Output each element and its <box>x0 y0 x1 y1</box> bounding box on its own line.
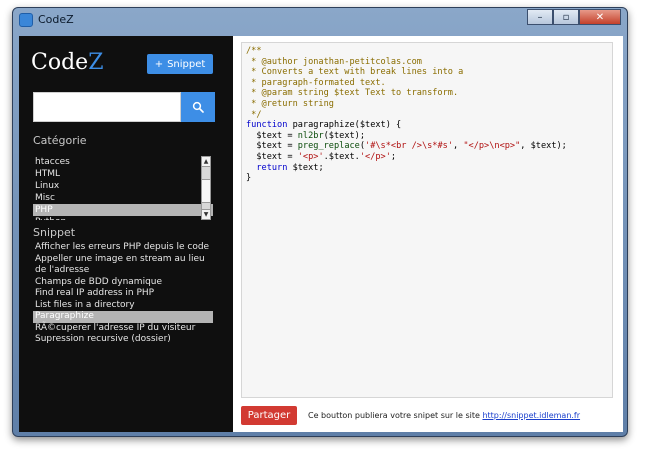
snippet-item[interactable]: Champs de BDD dynamique <box>33 277 213 289</box>
search-input[interactable] <box>34 93 180 121</box>
app-icon <box>19 13 33 27</box>
title-bar[interactable]: CodeZ – ▫ ✕ <box>13 8 627 32</box>
snippet-item[interactable]: List files in a directory <box>33 300 213 312</box>
scroll-up-icon[interactable]: ▲ <box>202 157 210 167</box>
scroll-thumb[interactable] <box>202 179 210 203</box>
code-line: * @param string $text Text to transform. <box>246 88 459 99</box>
category-item[interactable]: htacces <box>33 156 213 168</box>
code-line: $text = preg_replace('#\s*<br />\s*#s', … <box>246 141 567 152</box>
code-line: * Converts a text with break lines into … <box>246 67 464 78</box>
share-link[interactable]: http://snippet.idleman.fr <box>482 411 580 420</box>
search-icon <box>192 101 204 113</box>
code-line: } <box>246 173 252 184</box>
code-line: $text = nl2br($text); <box>246 130 366 141</box>
add-snippet-label: Snippet <box>167 58 206 70</box>
code-line: $text = '<p>'.$text.'</p>'; <box>246 151 397 162</box>
search-button[interactable] <box>181 92 215 122</box>
code-line: * @author jonathan-petitcolas.com <box>246 56 422 67</box>
category-item[interactable]: Python <box>33 216 213 220</box>
category-item[interactable]: Misc <box>33 192 213 204</box>
code-line: */ <box>246 109 262 120</box>
window-title: CodeZ <box>38 13 74 26</box>
snippet-item[interactable]: Find real IP address in PHP <box>33 288 213 300</box>
category-item[interactable]: HTML <box>33 168 213 180</box>
snippet-item[interactable]: Supression recursive (dossier) <box>33 334 213 346</box>
snippet-item[interactable]: Paragraphize <box>33 311 213 323</box>
add-snippet-button[interactable]: + Snippet <box>147 54 213 74</box>
search-field[interactable] <box>33 92 181 122</box>
logo-suffix: Z <box>88 50 104 75</box>
share-button[interactable]: Partager <box>241 406 297 425</box>
code-line: function paragraphize($text) { <box>246 120 402 131</box>
code-line: return $text; <box>256 162 324 173</box>
snippet-title: Snippet <box>33 226 76 239</box>
app-logo: CodeZ <box>31 50 103 75</box>
category-item[interactable]: Linux <box>33 180 213 192</box>
category-title: Catégorie <box>33 134 87 147</box>
window-controls: – ▫ ✕ <box>527 9 621 25</box>
snippet-list: Afficher les erreurs PHP depuis le code A… <box>33 242 213 346</box>
snippet-item[interactable]: RÃ©cuperer l'adresse IP du visiteur <box>33 323 213 335</box>
code-editor[interactable]: /** * @author jonathan-petitcolas.com * … <box>241 42 613 398</box>
scroll-down-icon[interactable]: ▼ <box>202 209 210 219</box>
app-window: CodeZ – ▫ ✕ CodeZ + Snippet Catégorie ht… <box>12 7 628 437</box>
sidebar: CodeZ + Snippet Catégorie htacces HTML Lin… <box>19 36 233 432</box>
close-button[interactable]: ✕ <box>579 9 621 25</box>
snippet-item[interactable]: Appeller une image en stream au lieu de … <box>33 254 213 277</box>
snippet-item[interactable]: Afficher les erreurs PHP depuis le code <box>33 242 213 254</box>
maximize-button[interactable]: ▫ <box>553 9 579 25</box>
plus-icon: + <box>154 58 164 70</box>
category-scrollbar[interactable]: ▲ ▼ <box>201 156 211 220</box>
category-list[interactable]: htaccesHTMLLinuxMiscPHPPython <box>33 156 213 220</box>
category-item[interactable]: PHP <box>33 204 213 216</box>
share-text: Ce boutton publiera votre snipet sur le … <box>308 411 480 420</box>
minimize-button[interactable]: – <box>527 9 553 25</box>
code-line: /** <box>246 46 262 56</box>
code-line: * @return string <box>246 98 334 109</box>
client-area: CodeZ + Snippet Catégorie htacces HTML Lin… <box>19 36 623 432</box>
code-line: * paragraph-formated text. <box>246 77 386 88</box>
share-description: Ce boutton publiera votre snipet sur le … <box>308 411 580 420</box>
logo-prefix: Code <box>31 50 89 75</box>
